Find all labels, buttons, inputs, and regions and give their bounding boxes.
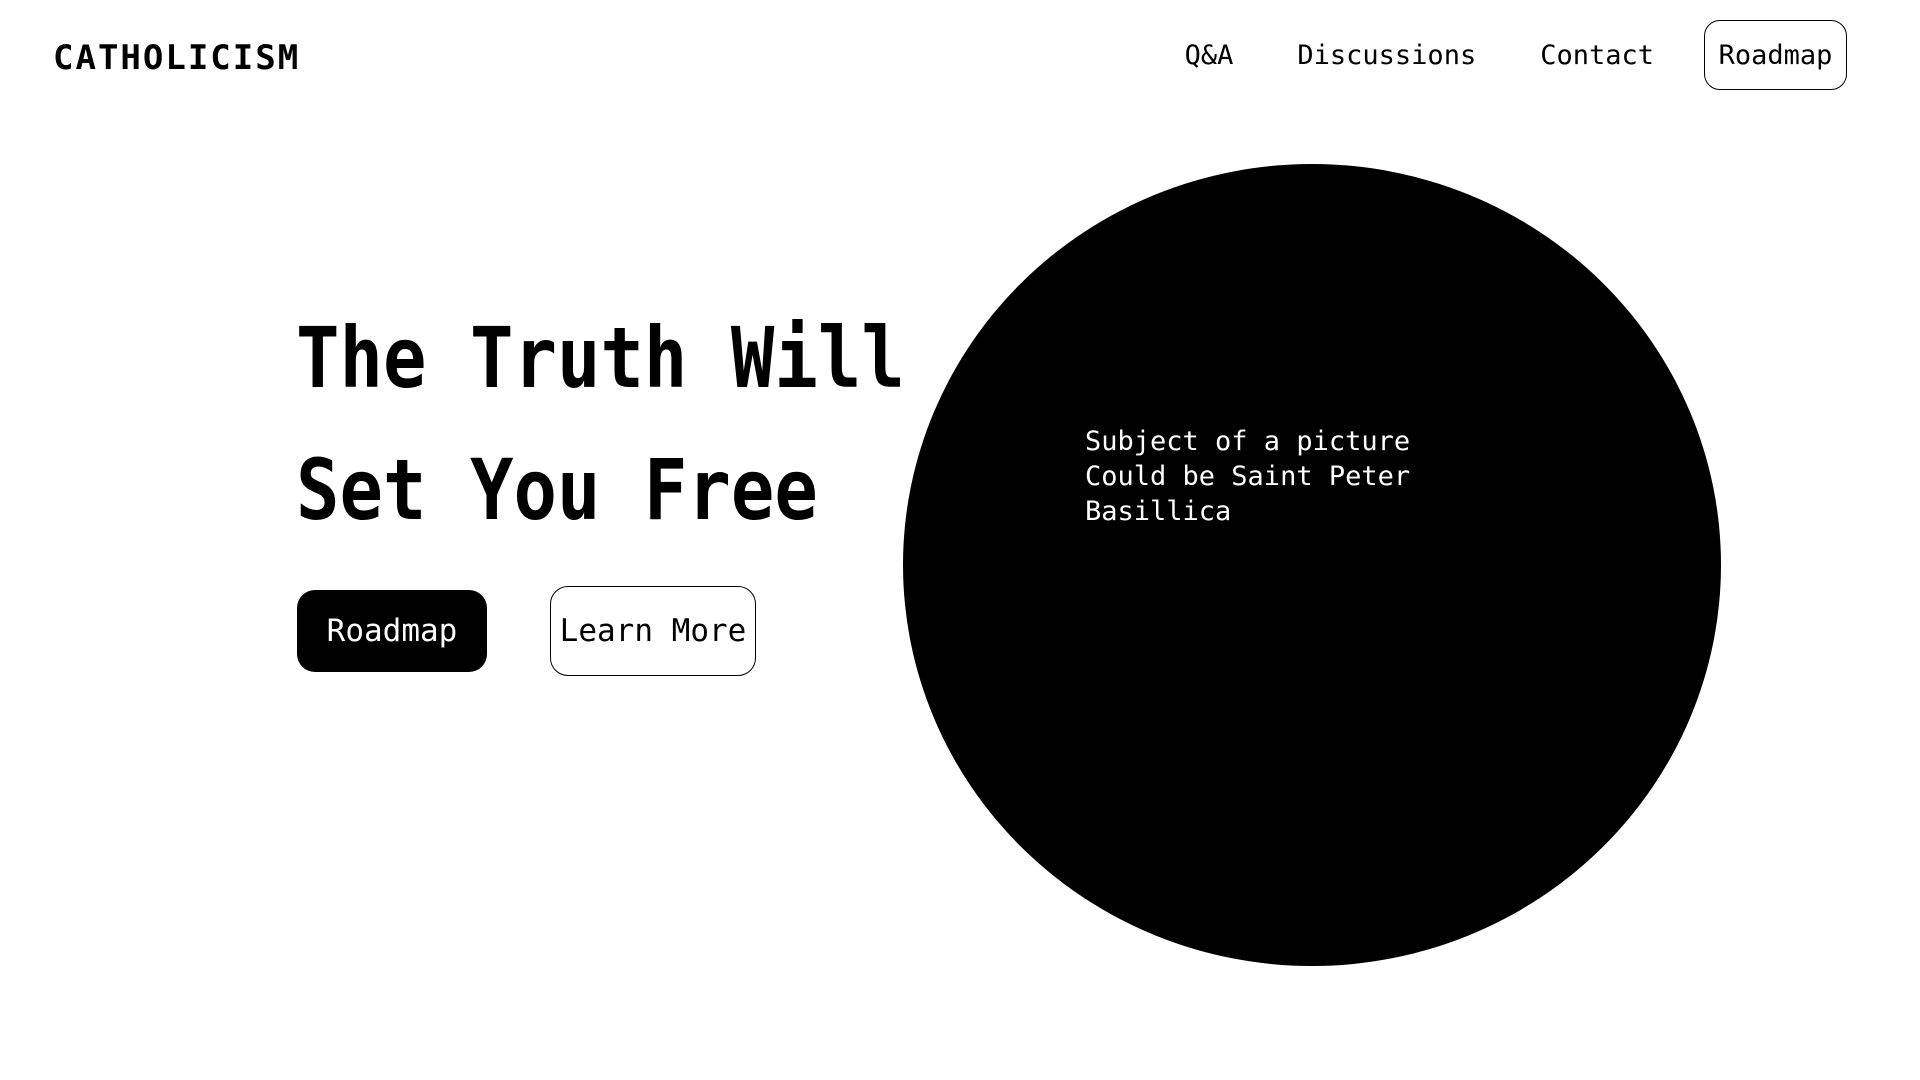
- hero-headline-line-1: The Truth Will: [296, 309, 905, 407]
- caption-line-2: Could be Saint Peter: [1085, 461, 1411, 492]
- nav-link-qa[interactable]: Q&A: [1185, 40, 1234, 71]
- main-nav: Q&A Discussions Contact Roadmap: [1185, 20, 1847, 90]
- nav-link-discussions[interactable]: Discussions: [1297, 40, 1476, 71]
- roadmap-button[interactable]: Roadmap: [297, 590, 487, 672]
- hero-image-caption: Subject of a picture Could be Saint Pete…: [1085, 424, 1445, 529]
- site-logo[interactable]: CATHOLICISM: [53, 36, 300, 80]
- hero-headline-line-2: Set You Free: [296, 441, 818, 539]
- learn-more-button[interactable]: Learn More: [550, 586, 756, 676]
- hero-image-placeholder: [903, 164, 1721, 966]
- nav-roadmap-button[interactable]: Roadmap: [1704, 20, 1847, 90]
- caption-line-3: Basillica: [1085, 496, 1232, 527]
- hero-headline: The Truth Will Set You Free: [296, 292, 905, 556]
- caption-line-1: Subject of a picture: [1085, 426, 1411, 457]
- nav-link-contact[interactable]: Contact: [1540, 40, 1654, 71]
- landing-page: CATHOLICISM Q&A Discussions Contact Road…: [0, 0, 1920, 1080]
